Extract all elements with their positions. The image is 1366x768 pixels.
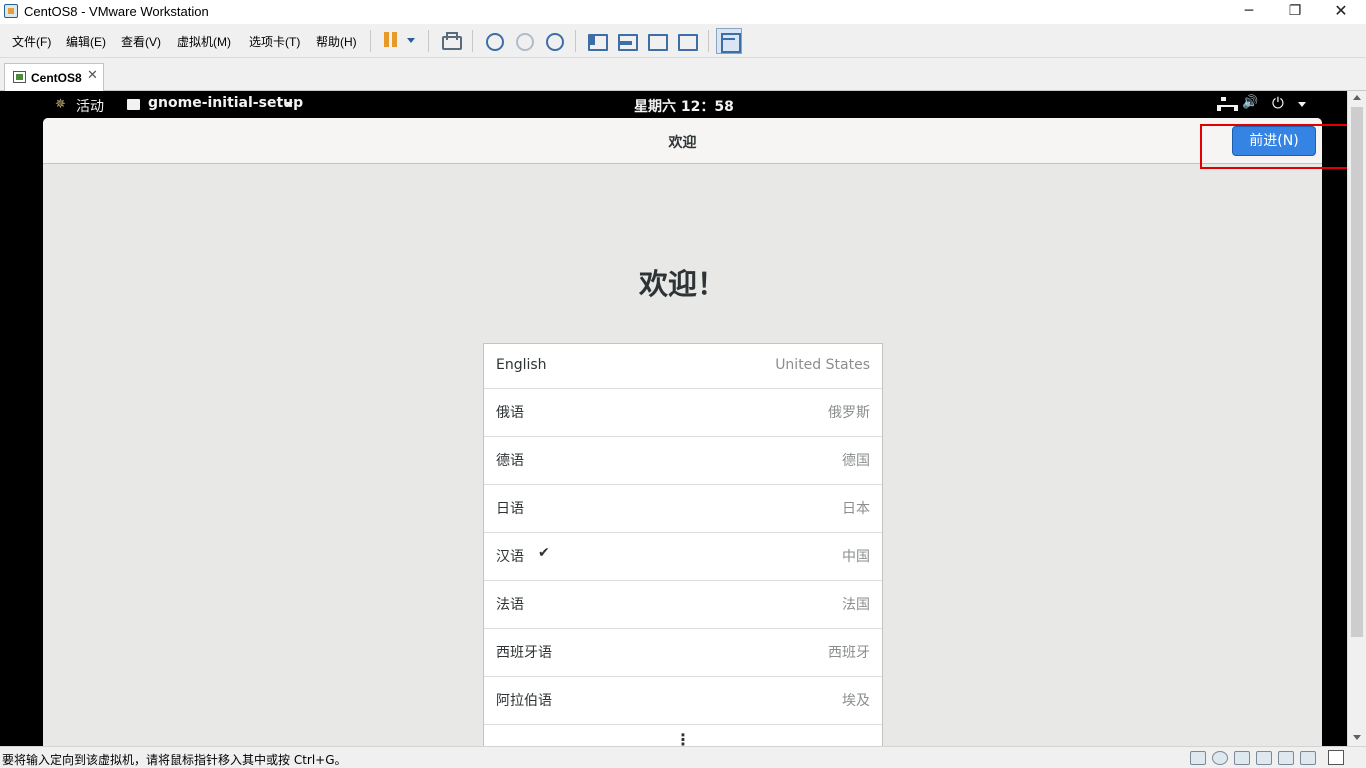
language-region: 法国: [842, 597, 870, 613]
menu-vm[interactable]: 虚拟机(M): [177, 33, 231, 50]
app-menu-button[interactable]: gnome-initial-setup: [148, 95, 303, 111]
activities-button[interactable]: 活动: [76, 96, 104, 116]
language-row-russian[interactable]: 俄语 俄罗斯: [484, 389, 882, 437]
vm-tab-bar: CentOS8 ✕: [0, 58, 1366, 91]
clock[interactable]: 星期六 12：58: [634, 96, 734, 116]
language-name: English: [496, 357, 547, 373]
more-languages-icon[interactable]: ⋮: [484, 725, 882, 746]
show-library-icon[interactable]: [584, 30, 608, 52]
language-region: 埃及: [842, 693, 870, 709]
minimize-button[interactable]: ─: [1226, 0, 1272, 24]
printer-icon[interactable]: [1256, 751, 1272, 765]
app-menu-chevron-down-icon[interactable]: [285, 102, 293, 107]
language-row-japanese[interactable]: 日语 日本: [484, 485, 882, 533]
hard-disk-icon[interactable]: [1190, 751, 1206, 765]
power-dropdown-arrow-icon[interactable]: [407, 38, 415, 43]
system-menu-chevron-down-icon[interactable]: [1298, 102, 1306, 107]
language-row-chinese[interactable]: 汉语 ✔ 中国: [484, 533, 882, 581]
menu-tabs[interactable]: 选项卡(T): [249, 33, 300, 50]
tab-close-icon[interactable]: ✕: [87, 68, 98, 83]
app-window-icon: [127, 99, 140, 110]
revert-snapshot-icon[interactable]: [511, 30, 535, 52]
setup-headerbar: 欢迎 前进(N): [43, 118, 1322, 164]
language-region: 西班牙: [828, 645, 870, 661]
menu-help[interactable]: 帮助(H): [316, 33, 357, 50]
language-region: 中国: [842, 549, 870, 565]
toolbar-separator: [575, 30, 576, 52]
close-window-button[interactable]: ✕: [1318, 0, 1364, 24]
initial-setup-window: 欢迎 前进(N) 欢迎！ English United States 俄语 俄罗…: [43, 118, 1322, 746]
toolbar-separator: [370, 30, 371, 52]
vm-tab-icon: [13, 71, 26, 83]
activities-icon: ✵: [55, 97, 66, 112]
header-title: 欢迎: [668, 135, 697, 151]
scroll-up-arrow-icon[interactable]: [1353, 95, 1361, 100]
scroll-down-arrow-icon[interactable]: [1353, 735, 1361, 740]
snapshot-icon[interactable]: [481, 30, 505, 52]
language-name: 阿拉伯语: [496, 693, 552, 709]
language-name: 西班牙语: [496, 645, 552, 661]
sound-card-icon[interactable]: [1278, 751, 1294, 765]
window-title: CentOS8 - VMware Workstation: [24, 4, 209, 19]
toolbar-separator: [472, 30, 473, 52]
language-region: 德国: [842, 453, 870, 469]
language-name: 汉语: [496, 549, 524, 565]
language-row-arabic[interactable]: 阿拉伯语 埃及: [484, 677, 882, 725]
menu-view[interactable]: 查看(V): [121, 33, 161, 50]
cd-drive-icon[interactable]: [1212, 751, 1228, 765]
vmware-app-icon: [4, 4, 18, 18]
pause-icon[interactable]: [383, 32, 399, 48]
console-view-icon[interactable]: [716, 28, 742, 54]
vm-display[interactable]: ✵ 活动 gnome-initial-setup 星期六 12：58 🔊 ⏻ 欢…: [0, 91, 1347, 746]
scrollbar-thumb[interactable]: [1351, 107, 1363, 637]
display-icon[interactable]: [1300, 751, 1316, 765]
snapshot-manager-icon[interactable]: [541, 30, 565, 52]
network-adapter-icon[interactable]: [1234, 751, 1250, 765]
send-ctrl-alt-del-icon[interactable]: [438, 30, 462, 52]
toolbar-separator: [428, 30, 429, 52]
status-message: 要将输入定向到该虚拟机，请将鼠标指针移入其中或按 Ctrl+G。: [2, 753, 347, 767]
message-log-icon[interactable]: [1328, 750, 1344, 765]
language-region: 日本: [842, 501, 870, 517]
language-name: 德语: [496, 453, 524, 469]
menu-toolbar: 文件(F) 编辑(E) 查看(V) 虚拟机(M) 选项卡(T) 帮助(H): [0, 24, 1366, 58]
language-row-german[interactable]: 德语 德国: [484, 437, 882, 485]
checkmark-icon: ✔: [538, 545, 550, 561]
menu-edit[interactable]: 编辑(E): [66, 33, 106, 50]
full-screen-icon[interactable]: [644, 30, 668, 52]
language-region: 俄罗斯: [828, 405, 870, 421]
vertical-scrollbar[interactable]: [1347, 91, 1366, 746]
restore-button[interactable]: ❐: [1272, 0, 1318, 24]
tab-label: CentOS8: [31, 71, 82, 85]
welcome-heading: 欢迎！: [638, 267, 726, 301]
language-row-spanish[interactable]: 西班牙语 西班牙: [484, 629, 882, 677]
language-name: 俄语: [496, 405, 524, 421]
thumbnail-bar-icon[interactable]: [614, 30, 638, 52]
language-name: 日语: [496, 501, 524, 517]
gnome-top-bar: ✵ 活动 gnome-initial-setup 星期六 12：58 🔊 ⏻: [0, 91, 1347, 118]
status-bar: 要将输入定向到该虚拟机，请将鼠标指针移入其中或按 Ctrl+G。: [0, 746, 1366, 768]
volume-icon[interactable]: 🔊: [1242, 95, 1258, 110]
network-icon[interactable]: [1217, 97, 1238, 111]
unity-mode-icon[interactable]: [674, 30, 698, 52]
language-row-french[interactable]: 法语 法国: [484, 581, 882, 629]
window-titlebar: CentOS8 - VMware Workstation ─ ❐ ✕: [0, 0, 1366, 24]
tab-centos8[interactable]: CentOS8 ✕: [4, 63, 104, 91]
language-list: English United States 俄语 俄罗斯 德语 德国 日语 日本…: [483, 343, 883, 746]
power-icon[interactable]: ⏻: [1272, 94, 1284, 112]
highlight-annotation: [1200, 124, 1361, 169]
toolbar-separator: [708, 30, 709, 52]
language-row-english[interactable]: English United States: [484, 344, 882, 389]
language-name: 法语: [496, 597, 524, 613]
menu-file[interactable]: 文件(F): [12, 33, 51, 50]
language-region: United States: [775, 357, 870, 373]
